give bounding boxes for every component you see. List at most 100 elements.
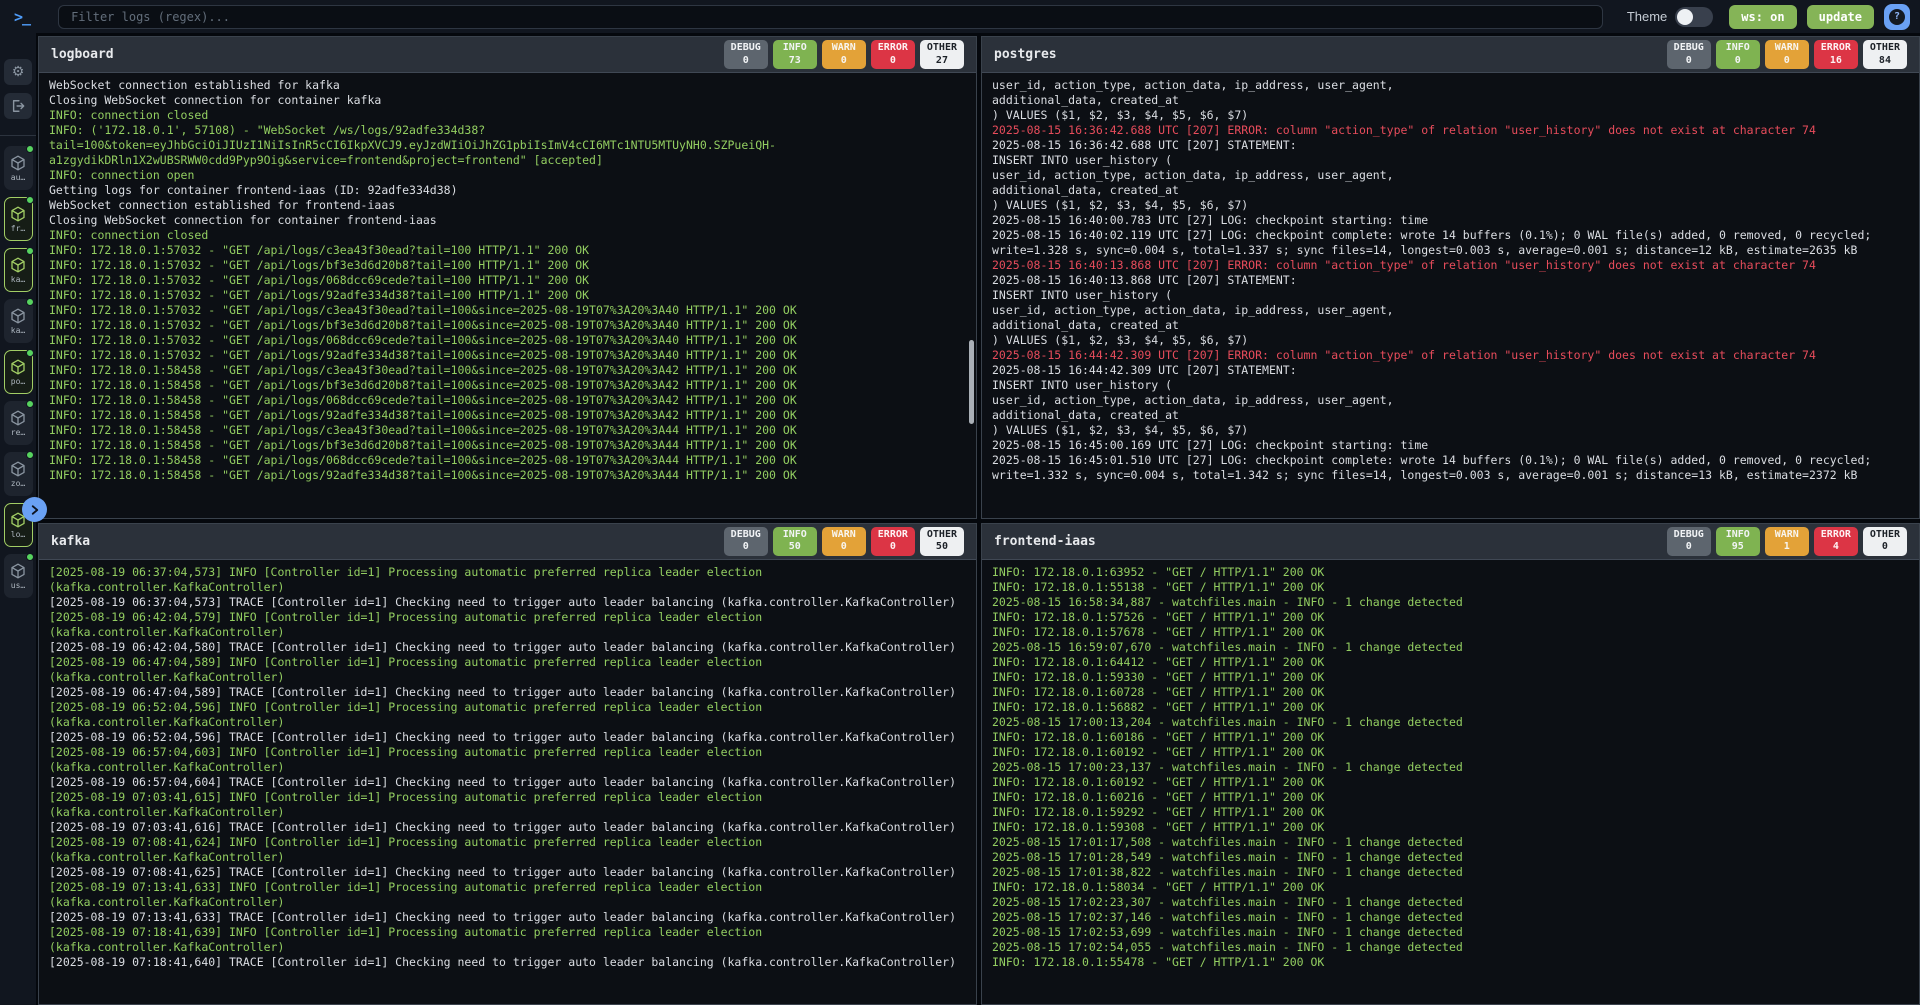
log-line: WebSocket connection established for kaf… [49, 78, 966, 93]
log-line: INFO: 172.18.0.1:59330 - "GET / HTTP/1.1… [992, 670, 1909, 685]
panel-title: kafka [51, 534, 90, 549]
log-line: (kafka.controller.KafkaController) [49, 670, 966, 685]
sidebar-item-0[interactable]: au… [4, 146, 33, 190]
status-dot [26, 145, 34, 153]
sidebar-item-4[interactable]: po… [4, 350, 33, 394]
container-cube-icon [10, 257, 26, 273]
log-line: write=1.332 s, sync=0.004 s, total=1.342… [992, 468, 1909, 483]
log-line: ) VALUES ($1, $2, $3, $4, $5, $6, $7) [992, 198, 1909, 213]
log-line: 2025-08-15 17:01:38,822 - watchfiles.mai… [992, 865, 1909, 880]
sidebar-item-2[interactable]: ka… [4, 248, 33, 292]
log-wrap: WebSocket connection established for kaf… [39, 73, 976, 518]
logout-button[interactable] [4, 93, 32, 119]
question-mark-icon: ? [1889, 9, 1905, 25]
badge-info: INFO0 [1716, 40, 1760, 69]
log-line: 2025-08-15 16:40:02.119 UTC [27] LOG: ch… [992, 228, 1909, 243]
log-line: [2025-08-19 06:37:04,573] TRACE [Control… [49, 595, 966, 610]
log-line: [2025-08-19 06:57:04,603] INFO [Controll… [49, 745, 966, 760]
log-line: [2025-08-19 06:37:04,573] INFO [Controll… [49, 565, 966, 580]
filter-logs-input[interactable] [58, 5, 1603, 29]
log-line: [2025-08-19 06:47:04,589] INFO [Controll… [49, 655, 966, 670]
log-line: INFO: 172.18.0.1:57032 - "GET /api/logs/… [49, 303, 966, 318]
log-line: [2025-08-19 07:03:41,615] INFO [Controll… [49, 790, 966, 805]
badge-error: ERROR0 [871, 40, 915, 69]
log-line: INSERT INTO user_history ( [992, 153, 1909, 168]
log-line: INFO: 172.18.0.1:57032 - "GET /api/logs/… [49, 333, 966, 348]
log-line: user_id, action_type, action_data, ip_ad… [992, 393, 1909, 408]
log-body[interactable]: user_id, action_type, action_data, ip_ad… [982, 73, 1919, 518]
panel-header: logboard DEBUG0INFO73WARN0ERROR0OTHER27 [39, 37, 976, 73]
log-line: 2025-08-15 16:36:42.688 UTC [207] ERROR:… [992, 123, 1909, 138]
container-label: ka… [11, 326, 25, 335]
status-dot [26, 349, 34, 357]
container-cube-icon [10, 359, 26, 375]
log-line: 2025-08-15 17:02:53,699 - watchfiles.mai… [992, 925, 1909, 940]
log-line: user_id, action_type, action_data, ip_ad… [992, 303, 1909, 318]
badge-other: OTHER0 [1863, 527, 1907, 556]
log-line: INFO: 172.18.0.1:60216 - "GET / HTTP/1.1… [992, 790, 1909, 805]
log-line: [2025-08-19 07:18:41,639] INFO [Controll… [49, 925, 966, 940]
log-line: 2025-08-15 16:44:42.309 UTC [207] STATEM… [992, 363, 1909, 378]
settings-button[interactable]: ⚙ [4, 59, 32, 85]
ws-status-button[interactable]: ws: on [1729, 5, 1796, 29]
theme-control: Theme [1627, 7, 1713, 27]
log-line: 2025-08-15 16:58:34,887 - watchfiles.mai… [992, 595, 1909, 610]
help-button[interactable]: ? [1884, 4, 1910, 30]
container-label: re… [11, 428, 25, 437]
panel-title: frontend-iaas [994, 534, 1096, 549]
panel-grid: logboard DEBUG0INFO73WARN0ERROR0OTHER27 … [38, 36, 1920, 1005]
panel-header: kafka DEBUG0INFO50WARN0ERROR0OTHER50 [39, 524, 976, 560]
scrollbar-thumb[interactable] [969, 340, 974, 424]
status-dot [26, 247, 34, 255]
sidebar-container-list: au… fr… ka… ka… po… [4, 146, 33, 598]
log-line: 2025-08-15 17:02:37,146 - watchfiles.mai… [992, 910, 1909, 925]
panel-frontend-iaas: frontend-iaas DEBUG0INFO95WARN1ERROR4OTH… [981, 523, 1920, 1005]
panel-header: postgres DEBUG0INFO0WARN0ERROR16OTHER84 [982, 37, 1919, 73]
log-line: INSERT INTO user_history ( [992, 378, 1909, 393]
badge-error: ERROR0 [871, 527, 915, 556]
container-cube-icon [10, 206, 26, 222]
log-line: 2025-08-15 16:40:13.868 UTC [207] STATEM… [992, 273, 1909, 288]
log-body[interactable]: INFO: 172.18.0.1:63952 - "GET / HTTP/1.1… [982, 560, 1919, 1005]
log-line: INFO: 172.18.0.1:58458 - "GET /api/logs/… [49, 468, 966, 483]
panel-title: postgres [994, 47, 1057, 62]
log-line: INFO: 172.18.0.1:56882 - "GET / HTTP/1.1… [992, 700, 1909, 715]
log-line: INFO: 172.18.0.1:63952 - "GET / HTTP/1.1… [992, 565, 1909, 580]
badge-debug: DEBUG0 [724, 527, 768, 556]
update-button[interactable]: update [1807, 5, 1874, 29]
sidebar-item-5[interactable]: re… [4, 401, 33, 445]
log-line: INFO: 172.18.0.1:57032 - "GET /api/logs/… [49, 273, 966, 288]
log-line: 2025-08-15 16:59:07,670 - watchfiles.mai… [992, 640, 1909, 655]
log-line: additional_data, created_at [992, 408, 1909, 423]
log-line: [2025-08-19 07:13:41,633] INFO [Controll… [49, 880, 966, 895]
badge-other: OTHER84 [1863, 40, 1907, 69]
log-line: [2025-08-19 06:42:04,580] TRACE [Control… [49, 640, 966, 655]
log-line: [2025-08-19 06:57:04,604] TRACE [Control… [49, 775, 966, 790]
container-label: us… [11, 581, 25, 590]
container-cube-icon [10, 410, 26, 426]
log-line: INFO: 172.18.0.1:58458 - "GET /api/logs/… [49, 393, 966, 408]
badge-info: INFO73 [773, 40, 817, 69]
status-dot [26, 400, 34, 408]
panel-postgres: postgres DEBUG0INFO0WARN0ERROR16OTHER84 … [981, 36, 1920, 519]
log-body[interactable]: WebSocket connection established for kaf… [39, 73, 976, 518]
level-badges: DEBUG0INFO95WARN1ERROR4OTHER0 [1667, 527, 1907, 556]
status-dot [26, 196, 34, 204]
panel-logboard: logboard DEBUG0INFO73WARN0ERROR0OTHER27 … [38, 36, 977, 519]
log-line: 2025-08-15 17:01:17,508 - watchfiles.mai… [992, 835, 1909, 850]
log-line: INFO: 172.18.0.1:60192 - "GET / HTTP/1.1… [992, 745, 1909, 760]
log-line: INFO: 172.18.0.1:64412 - "GET / HTTP/1.1… [992, 655, 1909, 670]
sidebar-item-6[interactable]: zo… [4, 452, 33, 496]
log-line: INFO: 172.18.0.1:60192 - "GET / HTTP/1.1… [992, 775, 1909, 790]
theme-toggle[interactable] [1675, 7, 1713, 27]
log-body[interactable]: [2025-08-19 06:37:04,573] INFO [Controll… [39, 560, 976, 1005]
sidebar-item-1[interactable]: fr… [4, 197, 33, 241]
log-line: INFO: 172.18.0.1:55138 - "GET / HTTP/1.1… [992, 580, 1909, 595]
sidebar-item-8[interactable]: us… [4, 554, 33, 598]
sidebar-item-3[interactable]: ka… [4, 299, 33, 343]
sidebar-expand-button[interactable] [22, 497, 47, 522]
container-cube-icon [10, 155, 26, 171]
log-line: 2025-08-15 16:45:00.169 UTC [27] LOG: ch… [992, 438, 1909, 453]
log-line: INFO: 172.18.0.1:58458 - "GET /api/logs/… [49, 453, 966, 468]
theme-toggle-knob [1677, 9, 1693, 25]
